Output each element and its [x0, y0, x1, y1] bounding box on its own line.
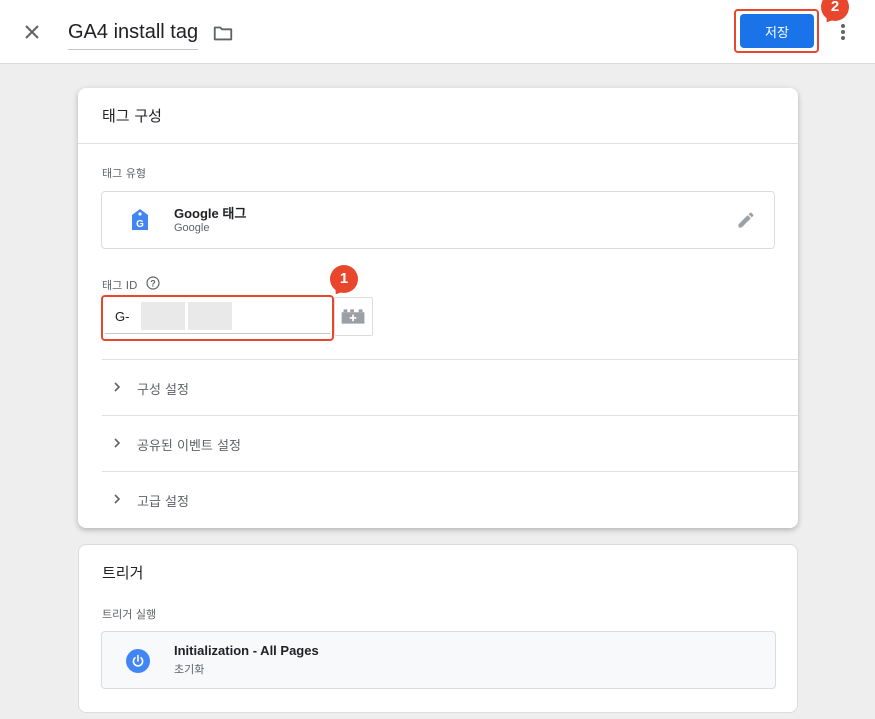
firing-triggers-label: 트리거 실행: [102, 608, 157, 621]
chevron-right-icon: [114, 494, 121, 504]
help-icon[interactable]: ?: [146, 276, 160, 290]
shared-event-settings-label: 공유된 이벤트 설정: [137, 439, 241, 454]
close-icon[interactable]: [20, 20, 44, 44]
google-tag-icon: G: [132, 209, 148, 230]
trigger-name: Initialization - All Pages: [174, 643, 319, 658]
shared-event-settings-row[interactable]: 공유된 이벤트 설정: [102, 415, 798, 471]
chevron-right-icon: [114, 438, 121, 448]
configuration-settings-label: 구성 설정: [137, 383, 189, 398]
tag-type-label: 태그 유형: [102, 167, 146, 180]
redacted-block: [188, 302, 232, 330]
folder-icon[interactable]: [212, 22, 234, 44]
tag-configuration-title: 태그 구성: [102, 107, 162, 125]
redacted-block: [141, 302, 185, 330]
save-button[interactable]: 저장: [740, 14, 814, 48]
tag-configuration-card: 태그 구성 태그 유형 G Google 태그 Google 태그 ID ? 1: [78, 88, 798, 528]
svg-text:G: G: [136, 219, 144, 230]
more-vert-icon[interactable]: [834, 20, 852, 44]
annotation-badge-1: 1: [330, 265, 358, 293]
triggering-title: 트리거: [102, 564, 144, 582]
tag-type-name: Google 태그: [174, 206, 247, 221]
divider: [78, 143, 798, 144]
advanced-settings-row[interactable]: 고급 설정: [102, 471, 798, 527]
variable-brick-icon: [341, 309, 365, 324]
power-icon: [126, 649, 150, 673]
annotation-badge-2: 2: [821, 0, 849, 21]
variable-picker-button[interactable]: [334, 297, 373, 336]
top-bar: GA4 install tag 저장 2: [0, 0, 875, 64]
trigger-item[interactable]: Initialization - All Pages 초기화: [101, 631, 776, 689]
pencil-icon[interactable]: [736, 210, 756, 230]
triggering-card: 트리거 트리거 실행 Initialization - All Pages 초기…: [78, 544, 798, 713]
chevron-right-icon: [114, 382, 121, 392]
svg-text:?: ?: [150, 279, 156, 289]
advanced-settings-label: 고급 설정: [137, 495, 189, 510]
trigger-type: 초기화: [174, 663, 205, 676]
tag-type-vendor: Google: [174, 222, 210, 234]
tag-name-field[interactable]: GA4 install tag: [68, 20, 199, 50]
configuration-settings-row[interactable]: 구성 설정: [102, 359, 798, 415]
tag-id-label: 태그 ID: [102, 279, 138, 292]
tag-type-selector[interactable]: G Google 태그 Google: [101, 191, 775, 249]
